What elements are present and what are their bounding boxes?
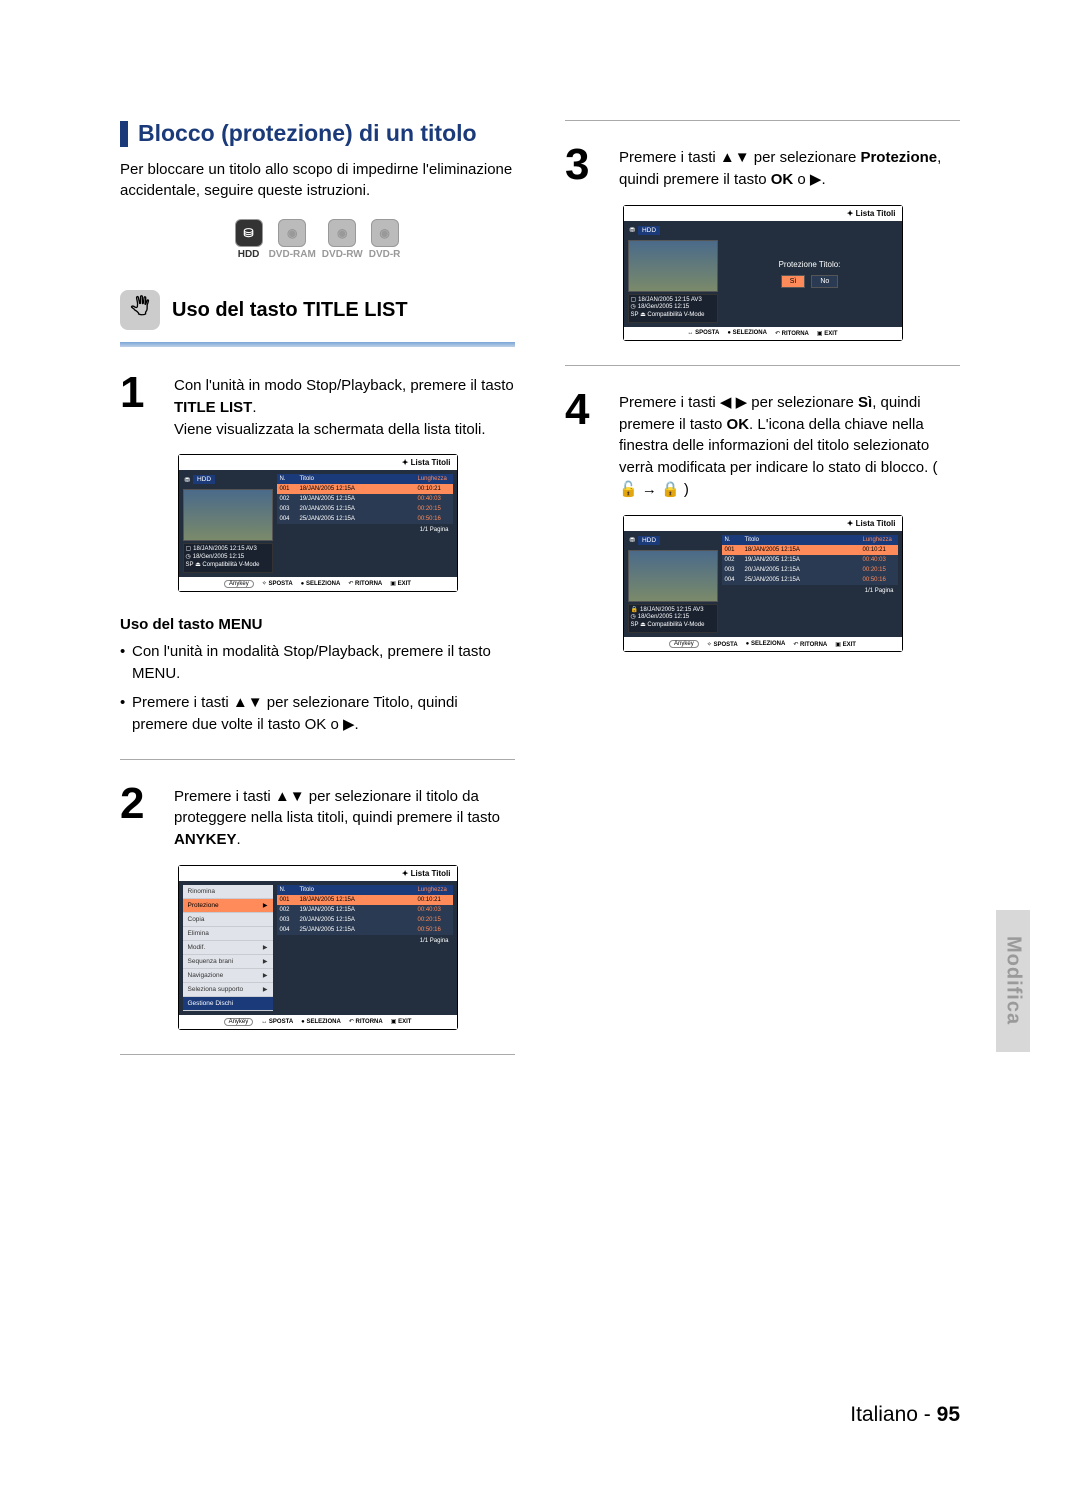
dvd-r-icon: ◉	[371, 219, 399, 247]
dialog-no-button[interactable]: No	[811, 275, 838, 288]
step-1: 1 Con l'unità in modo Stop/Playback, pre…	[120, 371, 515, 440]
step-4: 4 Premere i tasti ◀ ▶ per selezionare Sì…	[565, 388, 960, 501]
menu-modif: Modif.▶	[183, 941, 273, 955]
hdd-icon: ⛁	[235, 219, 263, 247]
menu-supporto: Seleziona supporto▶	[183, 983, 273, 997]
menu-dischi: Gestione Dischi	[183, 997, 273, 1011]
step-2: 2 Premere i tasti ▲▼ per selezionare il …	[120, 782, 515, 851]
page-footer: Italiano - 95	[120, 1395, 960, 1427]
gradient-divider	[120, 342, 515, 347]
sub-heading: 🖑 Uso del tasto TITLE LIST	[120, 290, 515, 330]
media-chips: ⛁HDD ◉DVD-RAM ◉DVD-RW ◉DVD-R	[120, 219, 515, 260]
menu-copia: Copia	[183, 913, 273, 927]
menu-navigazione: Navigazione▶	[183, 969, 273, 983]
menu-protezione: Protezione▶	[183, 899, 273, 913]
osd-title-list-locked: Lista Titoli ⛃HDD 🔒18/JAN/2005 12:15 AV3…	[623, 515, 903, 652]
section-title: Blocco (protezione) di un titolo	[120, 120, 515, 147]
side-tab-modifica: Modifica	[996, 910, 1030, 1052]
camera-icon: ⛃	[630, 536, 635, 544]
preview-thumbnail	[183, 489, 273, 541]
osd-anykey-menu: Lista Titoli Rinomina Protezione▶ Copia …	[178, 865, 458, 1030]
step-3: 3 Premere i tasti ▲▼ per selezionare Pro…	[565, 143, 960, 191]
camera-icon: ⛃	[185, 476, 190, 484]
camera-icon: ⛃	[630, 226, 635, 234]
menu-sequenza: Sequenza brani▶	[183, 955, 273, 969]
intro-text: Per bloccare un titolo allo scopo di imp…	[120, 159, 515, 201]
dvd-rw-icon: ◉	[328, 219, 356, 247]
title-list-icon: 🖑	[120, 290, 160, 330]
clock-icon: ◷	[186, 554, 191, 562]
menu-elimina: Elimina	[183, 927, 273, 941]
lock-icon: 🔒	[631, 607, 638, 615]
menu-rinomina: Rinomina	[183, 885, 273, 899]
clip-icon: ▢	[186, 546, 192, 554]
menu-note: Uso del tasto MENU Con l'unità in modali…	[120, 616, 515, 737]
osd-protection-dialog: Lista Titoli ⛃HDD ▢18/JAN/2005 12:15 AV3…	[623, 205, 903, 341]
osd-title-list: Lista Titoli ⛃HDD ▢18/JAN/2005 12:15 AV3…	[178, 454, 458, 591]
section-bar-icon	[120, 121, 128, 147]
dialog-yes-button[interactable]: Sì	[781, 275, 806, 288]
dvd-ram-icon: ◉	[278, 219, 306, 247]
